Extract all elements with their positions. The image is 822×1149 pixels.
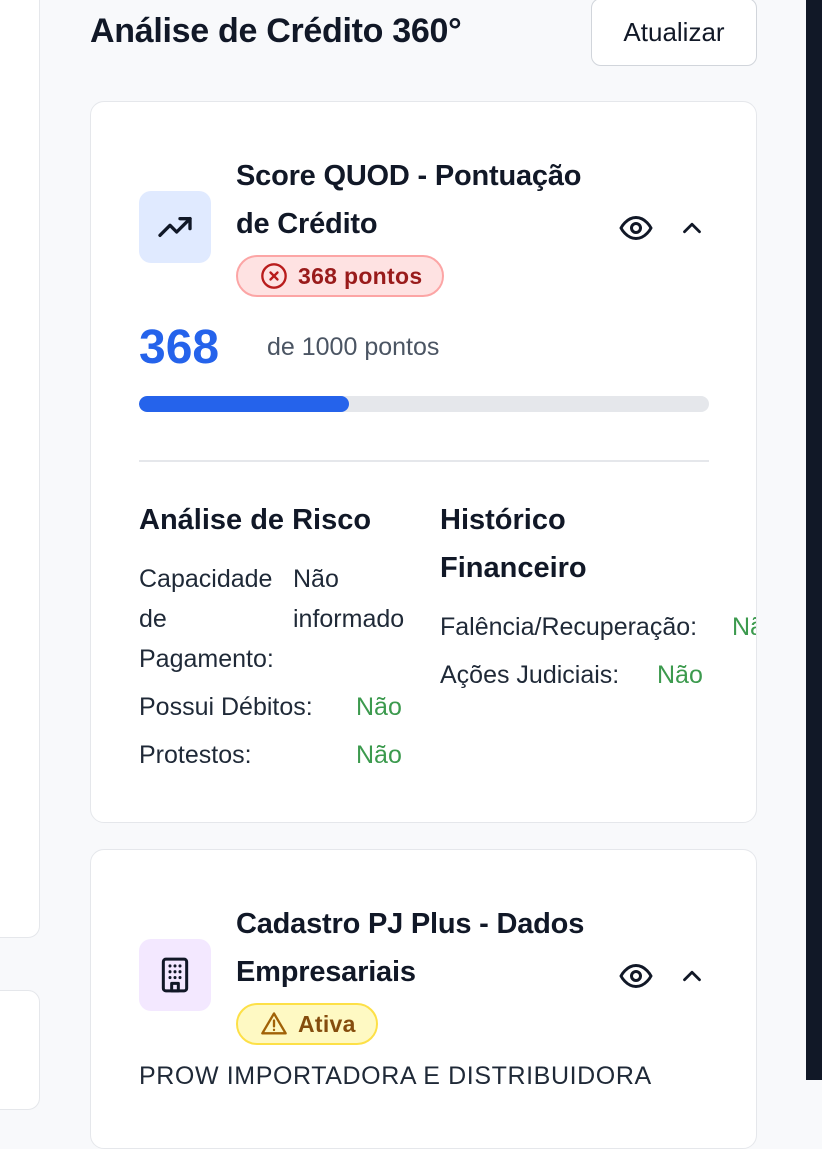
score-card-title: Score QUOD - Pontuação de Crédito — [236, 152, 581, 248]
building-icon — [161, 957, 189, 993]
lawsuits-value: Não — [657, 661, 703, 689]
history-heading-line1: Histórico — [440, 504, 566, 536]
score-card-title-line2: de Crédito — [236, 208, 378, 240]
score-max-label: de 1000 pontos — [267, 333, 440, 361]
left-panel-lower — [0, 990, 40, 1110]
score-progress-fill — [139, 396, 349, 412]
divider — [139, 460, 709, 462]
risk-heading: Análise de Risco — [139, 504, 372, 536]
capacity-label-2: de — [139, 605, 167, 633]
debts-value: Não — [356, 693, 402, 721]
history-heading: Histórico Financeiro — [440, 496, 587, 592]
chevron-up-icon[interactable] — [677, 213, 707, 243]
company-status-badge: Ativa — [236, 1003, 378, 1045]
protests-label: Protestos: — [139, 741, 252, 769]
chevron-up-icon[interactable] — [677, 961, 707, 991]
company-card-title-line1: Cadastro PJ Plus - Dados — [236, 908, 585, 940]
x-circle-icon — [261, 263, 287, 289]
company-card-title: Cadastro PJ Plus - Dados Empresariais — [236, 900, 584, 996]
capacity-label-1: Capacidade — [139, 565, 273, 593]
bankruptcy-label: Falência/Recuperação: — [440, 613, 698, 641]
capacity-label-3: Pagamento: — [139, 645, 274, 673]
company-name: PROW IMPORTADORA E DISTRIBUIDORA — [139, 1062, 652, 1090]
right-edge-bar — [806, 0, 822, 1080]
score-card-title-line1: Score QUOD - Pontuação — [236, 160, 582, 192]
company-card: Cadastro PJ Plus - Dados Empresariais At… — [90, 849, 757, 1149]
page-title: Análise de Crédito 360° — [90, 12, 462, 50]
capacity-value-1: Não — [293, 565, 339, 593]
eye-icon[interactable] — [618, 210, 654, 246]
warning-triangle-icon — [261, 1012, 287, 1035]
refresh-button[interactable]: Atualizar — [591, 0, 757, 66]
left-panel — [0, 0, 40, 938]
company-icon-box — [139, 939, 211, 1011]
lawsuits-label: Ações Judiciais: — [440, 661, 620, 689]
score-progress-bar — [139, 396, 709, 412]
company-badge-label: Ativa — [298, 1010, 356, 1037]
protests-value: Não — [356, 741, 402, 769]
debts-label: Possui Débitos: — [139, 693, 313, 721]
company-card-title-line2: Empresariais — [236, 956, 416, 988]
score-badge-label: 368 pontos — [298, 262, 423, 289]
score-icon-box — [139, 191, 211, 263]
trending-up-icon — [158, 217, 192, 237]
score-value: 368 — [139, 321, 220, 374]
bankruptcy-row: Falência/Recuperação: Não — [440, 607, 756, 647]
score-card: Score QUOD - Pontuação de Crédito 368 po… — [90, 101, 757, 823]
bankruptcy-value: Não — [732, 613, 756, 641]
score-status-badge: 368 pontos — [236, 255, 445, 297]
eye-icon[interactable] — [618, 958, 654, 994]
history-heading-line2: Financeiro — [440, 552, 587, 584]
capacity-value-2: informado — [293, 605, 405, 633]
